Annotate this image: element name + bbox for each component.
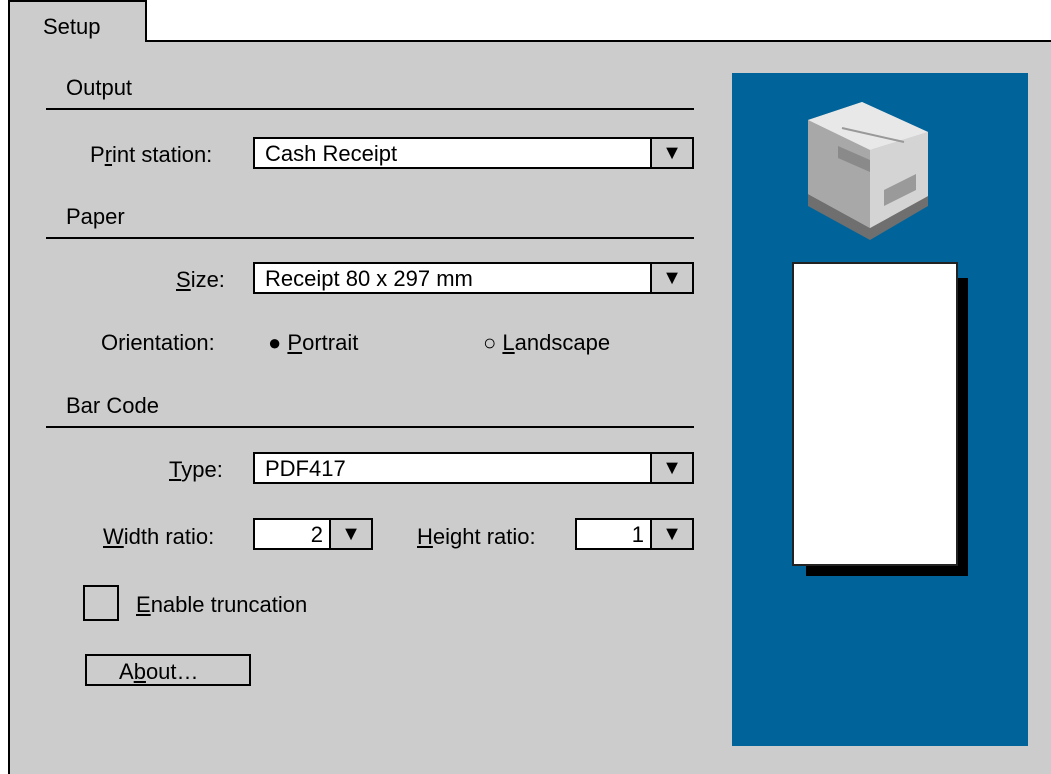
barcode-type-value: PDF417 — [265, 456, 346, 481]
tab-setup[interactable]: Setup — [8, 0, 147, 42]
tab-setup-label: Setup — [43, 14, 101, 39]
print-station-value: Cash Receipt — [265, 141, 398, 166]
section-output-heading: Output — [46, 75, 694, 110]
paper-preview — [792, 262, 958, 566]
height-ratio-value: 1 — [631, 522, 644, 547]
chevron-down-icon[interactable]: ▼ — [650, 454, 692, 482]
type-label: Type: — [169, 457, 223, 482]
paper-size-value: Receipt 80 x 297 mm — [265, 266, 473, 291]
paper-size-dropdown[interactable]: Receipt 80 x 297 mm ▼ — [253, 262, 694, 294]
landscape-radio[interactable]: ○ Landscape — [483, 330, 610, 356]
print-station-dropdown[interactable]: Cash Receipt ▼ — [253, 137, 694, 169]
orientation-label: Orientation: — [101, 330, 215, 355]
chevron-down-icon[interactable]: ▼ — [650, 264, 692, 292]
about-button[interactable]: About… — [85, 654, 251, 686]
width-ratio-label: Width ratio: — [103, 524, 215, 549]
receipt-printer-icon — [808, 102, 928, 240]
enable-truncation-checkbox[interactable] — [83, 585, 119, 621]
width-ratio-dropdown[interactable]: 2 ▼ — [253, 518, 373, 550]
section-paper-heading: Paper — [46, 204, 694, 239]
print-station-label: Print station: — [90, 142, 213, 167]
radio-unselected-icon: ○ — [483, 330, 497, 355]
width-ratio-value: 2 — [310, 522, 323, 547]
height-ratio-dropdown[interactable]: 1 ▼ — [575, 518, 694, 550]
section-barcode-heading: Bar Code — [46, 393, 694, 428]
size-label: Size: — [176, 267, 225, 292]
chevron-down-icon[interactable]: ▼ — [329, 520, 371, 548]
chevron-down-icon[interactable]: ▼ — [650, 520, 692, 548]
enable-truncation-label: Enable truncation — [136, 592, 308, 617]
chevron-down-icon[interactable]: ▼ — [650, 139, 692, 167]
portrait-radio[interactable]: ● Portrait — [268, 330, 358, 356]
height-ratio-label: Height ratio: — [417, 524, 536, 549]
radio-selected-icon: ● — [268, 330, 282, 355]
barcode-type-dropdown[interactable]: PDF417 ▼ — [253, 452, 694, 484]
